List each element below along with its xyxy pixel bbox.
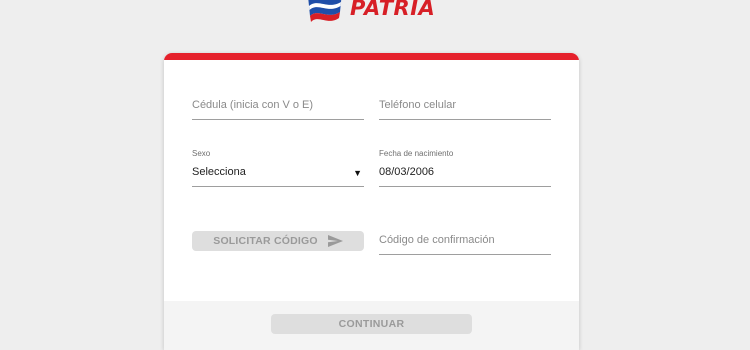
send-icon bbox=[327, 235, 343, 247]
continuar-button[interactable]: CONTINUAR bbox=[271, 314, 472, 334]
telefono-placeholder: Teléfono celular bbox=[379, 99, 457, 111]
cedula-field[interactable]: Cédula (inicia con V o E) bbox=[192, 93, 364, 120]
telefono-field[interactable]: Teléfono celular bbox=[379, 93, 551, 120]
sexo-value: Selecciona bbox=[192, 166, 246, 178]
flag-icon bbox=[308, 0, 342, 22]
cedula-placeholder: Cédula (inicia con V o E) bbox=[192, 99, 314, 111]
solicitar-label: SOLICITAR CÓDIGO bbox=[213, 235, 318, 247]
sexo-label: Sexo bbox=[192, 149, 211, 158]
caret-down-icon: ▼ bbox=[353, 168, 362, 178]
codigo-placeholder: Código de confirmación bbox=[379, 234, 495, 246]
fecha-label: Fecha de nacimiento bbox=[379, 149, 454, 158]
registration-card: Cédula (inicia con V o E) Teléfono celul… bbox=[164, 53, 579, 350]
sexo-select[interactable]: Sexo Selecciona ▼ bbox=[192, 149, 364, 187]
fecha-nacimiento-field[interactable]: Fecha de nacimiento 08/03/2006 bbox=[379, 149, 551, 187]
continuar-label: CONTINUAR bbox=[338, 318, 405, 330]
brand-name: PATRIA bbox=[350, 0, 436, 20]
fecha-value: 08/03/2006 bbox=[379, 166, 435, 178]
brand-logo: PATRIA bbox=[306, 0, 435, 26]
card-accent-bar bbox=[164, 53, 579, 60]
solicitar-codigo-button[interactable]: SOLICITAR CÓDIGO bbox=[192, 231, 364, 251]
codigo-confirmacion-field[interactable]: Código de confirmación bbox=[379, 228, 551, 255]
